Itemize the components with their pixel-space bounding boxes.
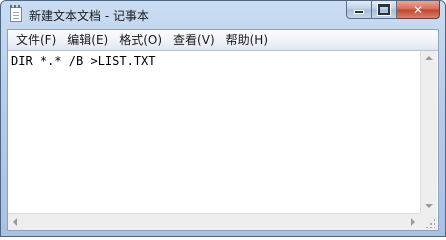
notepad-icon[interactable] bbox=[10, 5, 22, 22]
close-button[interactable]: ✕ bbox=[397, 1, 440, 19]
text-editor[interactable]: DIR *.* /B >LIST.TXT bbox=[8, 51, 419, 213]
caption-buttons: ✕ bbox=[346, 1, 440, 20]
menu-bar: 文件(F) 编辑(E) 格式(O) 查看(V) 帮助(H) bbox=[8, 30, 438, 51]
vertical-scrollbar[interactable] bbox=[420, 51, 437, 213]
window-title: 新建文本文档 - 记事本 bbox=[29, 9, 149, 23]
minimize-icon bbox=[354, 10, 364, 14]
scroll-down-icon[interactable] bbox=[425, 204, 433, 208]
menu-help[interactable]: 帮助(H) bbox=[226, 30, 268, 50]
close-icon: ✕ bbox=[412, 2, 424, 17]
menu-edit[interactable]: 编辑(E) bbox=[67, 30, 108, 50]
client-area: 文件(F) 编辑(E) 格式(O) 查看(V) 帮助(H) DIR *.* /B… bbox=[7, 29, 439, 231]
notepad-window: 新建文本文档 - 记事本 ✕ 文件(F) 编辑(E) 格式(O) 查看(V) 帮… bbox=[0, 0, 446, 237]
scroll-left-icon[interactable] bbox=[13, 218, 17, 226]
menu-view[interactable]: 查看(V) bbox=[173, 30, 215, 50]
horizontal-scrollbar[interactable] bbox=[8, 213, 420, 230]
maximize-icon bbox=[378, 4, 390, 15]
menu-format[interactable]: 格式(O) bbox=[119, 30, 162, 50]
maximize-button[interactable] bbox=[372, 1, 397, 19]
scroll-right-icon[interactable] bbox=[411, 218, 415, 226]
editor-content[interactable]: DIR *.* /B >LIST.TXT bbox=[11, 54, 156, 68]
scrollbar-corner bbox=[420, 213, 437, 230]
title-bar[interactable]: 新建文本文档 - 记事本 ✕ bbox=[1, 1, 445, 29]
menu-file[interactable]: 文件(F) bbox=[16, 30, 56, 50]
minimize-button[interactable] bbox=[346, 1, 372, 19]
resize-grip-icon[interactable] bbox=[425, 218, 435, 228]
scroll-up-icon[interactable] bbox=[425, 56, 433, 60]
